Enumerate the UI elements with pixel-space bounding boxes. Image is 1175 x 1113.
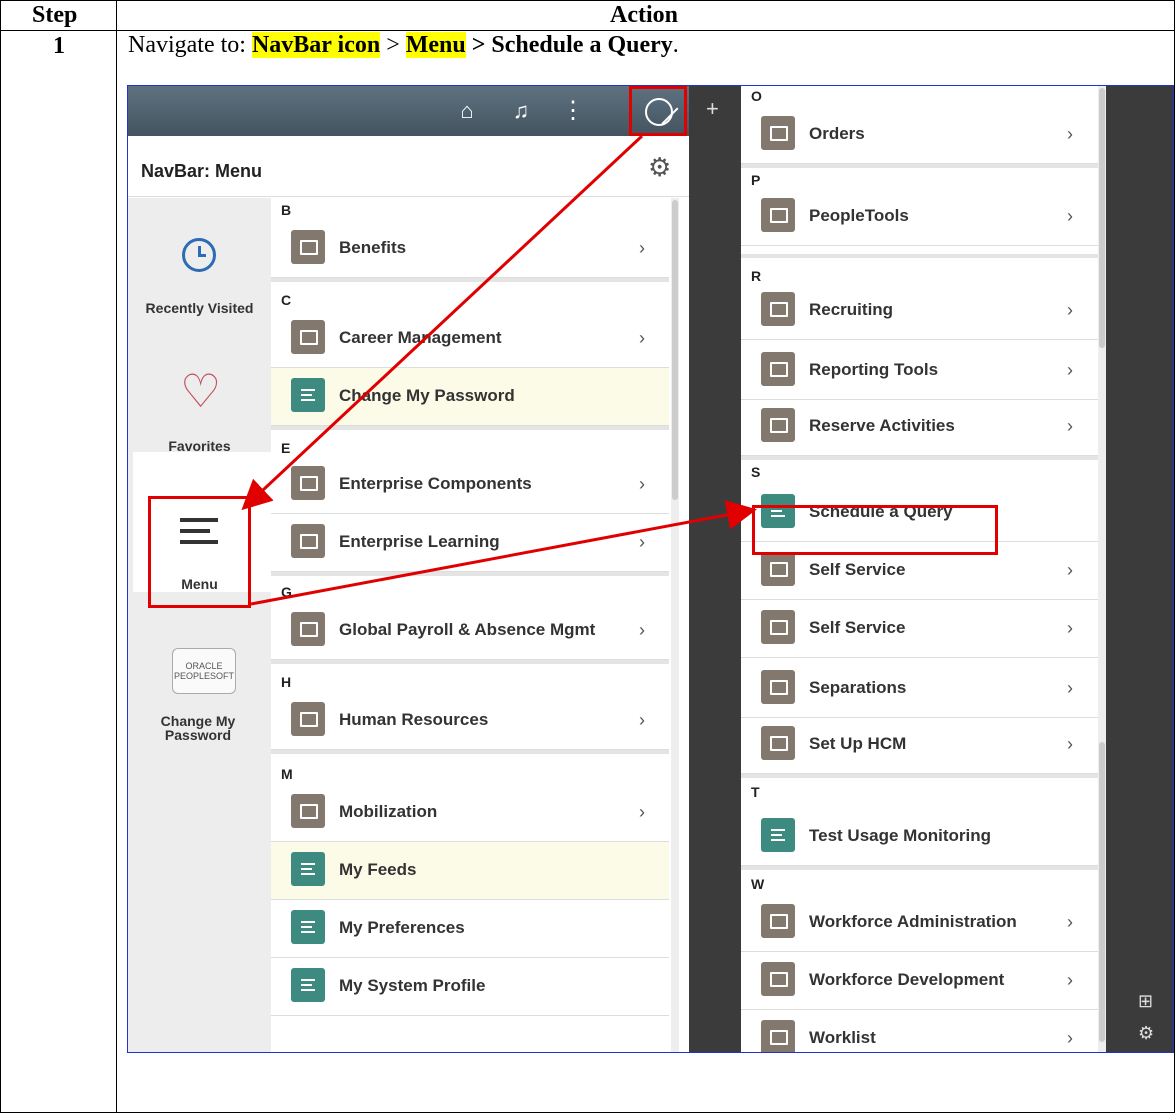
- instruction-schedule-query: > Schedule a Query: [465, 32, 673, 58]
- instruction-menu: Menu: [405, 32, 466, 58]
- instruction-separator: >: [380, 32, 406, 58]
- callout-arrows: [241, 134, 757, 606]
- instruction-prefix: Navigate to:: [128, 32, 252, 58]
- arrow-navbar-to-menu: [241, 134, 644, 511]
- arrow-menu-to-schedule: [250, 500, 757, 606]
- step-header: Step: [32, 2, 78, 28]
- instruction-suffix: .: [672, 32, 679, 58]
- step-number: 1: [53, 33, 65, 59]
- action-header: Action: [610, 2, 678, 28]
- embedded-screenshot: ⌂ ♫ ⋮ NavBar: Menu ⚙ Recently Visited ♡ …: [127, 85, 1174, 1053]
- instruction-text: Navigate to: NavBar icon > Menu > Schedu…: [128, 32, 679, 59]
- instruction-navbar-icon: NavBar icon: [251, 32, 381, 58]
